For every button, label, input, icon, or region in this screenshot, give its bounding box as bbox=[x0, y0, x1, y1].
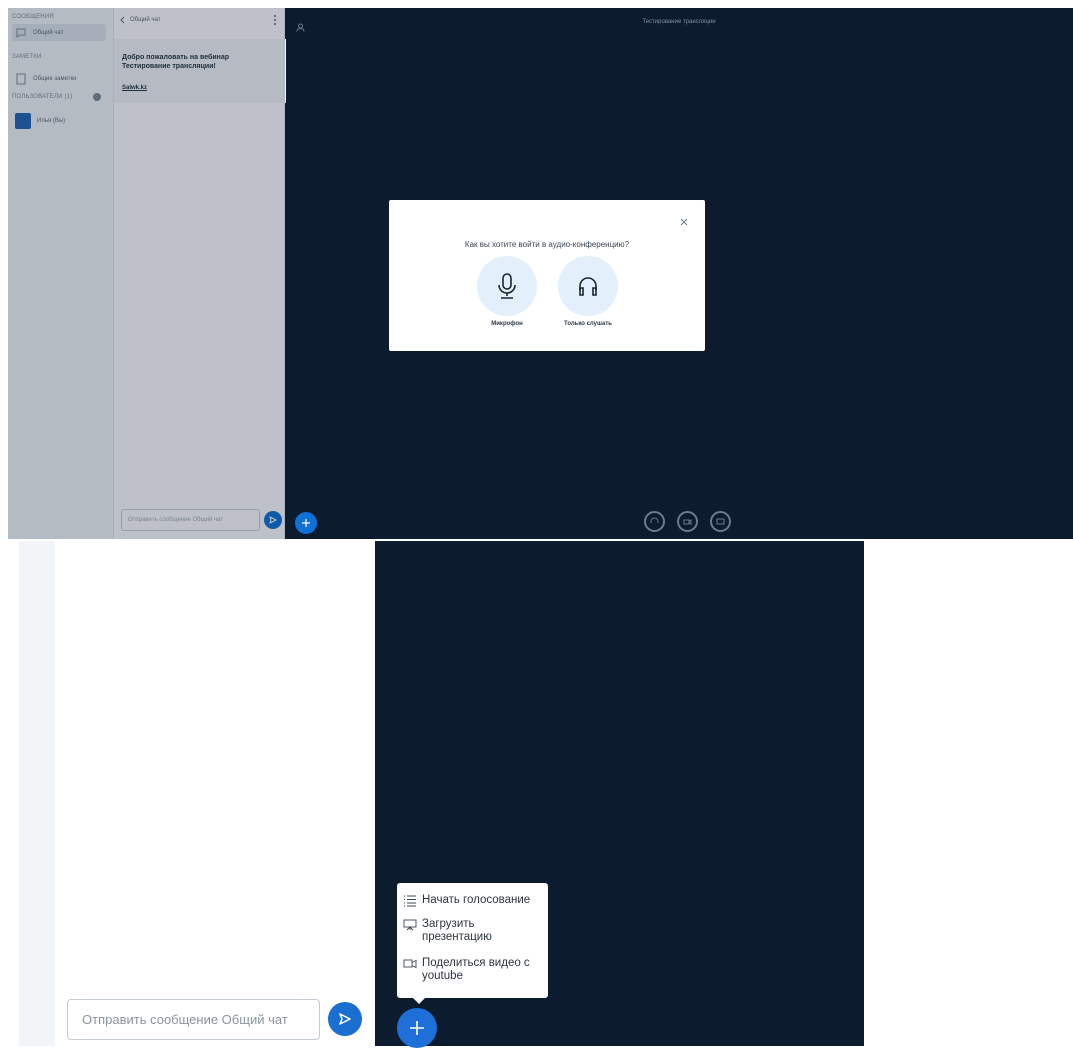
menu-item-label: Загрузить презентацию bbox=[422, 918, 492, 943]
screen-share-icon bbox=[716, 518, 725, 525]
screen-share-button[interactable] bbox=[710, 511, 731, 532]
listen-only-option-label: Только слушать bbox=[564, 321, 612, 327]
menu-item-start-poll[interactable]: Начать голосование bbox=[403, 894, 543, 907]
listen-only-option-button[interactable] bbox=[558, 256, 618, 316]
actions-menu: Начать голосование Загрузить презентацию… bbox=[397, 883, 548, 998]
microphone-option-button[interactable] bbox=[477, 256, 537, 316]
presentation-icon bbox=[403, 919, 417, 931]
presentation-title: Тестирование трансляции bbox=[642, 19, 716, 25]
actions-menu-screen: Начать голосование Загрузить презентацию… bbox=[0, 541, 1073, 1048]
audio-join-modal: Как вы хотите войти в аудио-конференцию?… bbox=[389, 200, 705, 351]
chat-message-input[interactable]: Отправить сообщение Общий чат bbox=[67, 999, 320, 1040]
left-sidebar-strip bbox=[19, 541, 55, 1046]
camera-icon bbox=[683, 519, 692, 525]
plus-icon bbox=[302, 519, 310, 527]
audio-join-screen: СООБЩЕНИЯ Общий чат ЗАМЕТКИ Общие заметк… bbox=[8, 8, 1073, 539]
modal-question: Как вы хотите войти в аудио-конференцию? bbox=[464, 240, 630, 249]
modal-backdrop bbox=[8, 8, 285, 539]
close-icon[interactable] bbox=[679, 214, 689, 226]
headphones-icon bbox=[650, 517, 659, 523]
menu-item-share-youtube[interactable]: Поделиться видео с youtube bbox=[403, 957, 543, 983]
menu-item-label: Поделиться видео с youtube bbox=[422, 957, 530, 982]
audio-button[interactable] bbox=[644, 511, 665, 532]
menu-item-label: Начать голосование bbox=[422, 894, 531, 906]
send-icon bbox=[339, 1013, 351, 1025]
menu-item-upload-presentation[interactable]: Загрузить презентацию bbox=[403, 918, 543, 944]
actions-button[interactable] bbox=[397, 1008, 437, 1048]
headphones-icon bbox=[579, 277, 597, 296]
microphone-icon bbox=[498, 273, 516, 299]
poll-list-icon bbox=[403, 895, 417, 907]
microphone-option-label: Микрофон bbox=[491, 321, 523, 327]
video-camera-icon bbox=[403, 958, 417, 970]
camera-button[interactable] bbox=[677, 511, 698, 532]
send-message-button[interactable] bbox=[328, 1002, 362, 1036]
plus-icon bbox=[410, 1021, 424, 1035]
actions-button[interactable] bbox=[295, 512, 317, 534]
menu-caret bbox=[412, 997, 426, 1004]
